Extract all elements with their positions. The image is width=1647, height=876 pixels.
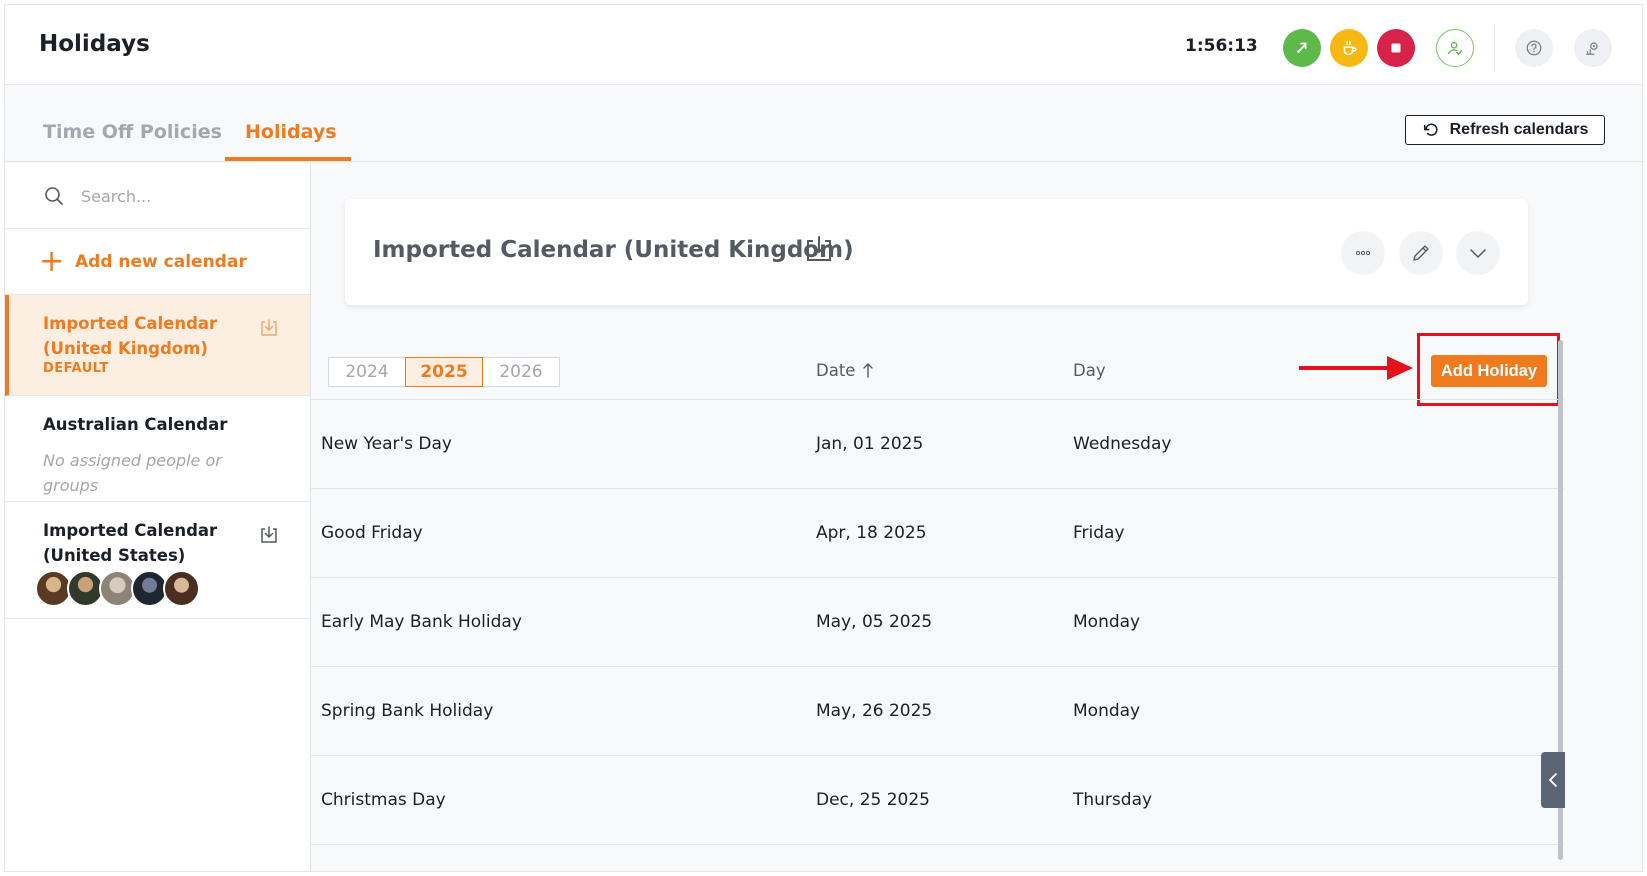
search-icon <box>45 187 63 205</box>
annotation-arrow-icon <box>1299 356 1413 380</box>
avatar[interactable] <box>163 570 200 607</box>
calendar-item-united-states[interactable]: Imported Calendar (United States) <box>5 502 310 619</box>
settings-icon[interactable] <box>1574 29 1612 67</box>
holiday-date: May, 05 2025 <box>816 612 933 632</box>
sort-ascending-icon <box>863 363 874 378</box>
calendar-assignment-note: No assigned people or groups <box>43 451 222 495</box>
add-new-calendar-label: Add new calendar <box>75 252 247 272</box>
imported-calendar-icon <box>261 526 277 543</box>
calendar-title: Imported Calendar (United Kingdom) <box>373 237 854 263</box>
more-icon <box>1355 250 1371 256</box>
year-2024-button[interactable]: 2024 <box>328 357 406 387</box>
tab-holidays[interactable]: Holidays <box>245 121 337 143</box>
search-input[interactable] <box>81 183 281 209</box>
table-row[interactable]: Early May Bank Holiday May, 05 2025 Mond… <box>311 578 1564 667</box>
app-window: Holidays 1:56:13 Time Off Policies Holid… <box>4 4 1643 872</box>
table-row[interactable]: Christmas Day Dec, 25 2025 Thursday <box>311 756 1564 845</box>
timer-display: 1:56:13 <box>1185 36 1258 56</box>
help-icon[interactable] <box>1515 29 1553 67</box>
add-new-calendar-button[interactable]: + Add new calendar <box>5 229 310 295</box>
table-row[interactable]: Good Friday Apr, 18 2025 Friday <box>311 489 1564 578</box>
holiday-name: Christmas Day <box>321 790 446 810</box>
tab-time-off-policies[interactable]: Time Off Policies <box>43 121 222 143</box>
holiday-name: New Year's Day <box>321 434 452 454</box>
edit-calendar-button[interactable] <box>1399 231 1443 275</box>
holiday-day: Monday <box>1073 612 1141 632</box>
date-column-header[interactable]: Date <box>816 361 875 380</box>
holiday-name: Good Friday <box>321 523 423 543</box>
more-options-button[interactable] <box>1341 231 1385 275</box>
holiday-day: Monday <box>1073 701 1141 721</box>
plus-icon: + <box>39 244 65 279</box>
calendar-search <box>5 163 310 229</box>
holiday-date: May, 26 2025 <box>816 701 933 721</box>
holiday-date: Jan, 01 2025 <box>816 434 924 454</box>
tab-bar: Time Off Policies Holidays Refresh calen… <box>5 85 1642 162</box>
holiday-day: Thursday <box>1073 790 1153 810</box>
year-2025-button[interactable]: 2025 <box>405 357 483 387</box>
pencil-icon <box>1413 245 1429 261</box>
user-status-icon[interactable] <box>1436 29 1474 67</box>
refresh-calendars-label: Refresh calendars <box>1449 121 1589 138</box>
top-bar: Holidays 1:56:13 <box>5 5 1642 85</box>
break-icon[interactable] <box>1330 29 1368 67</box>
calendar-sidebar: + Add new calendar Imported Calendar (Un… <box>5 163 311 871</box>
expand-calendar-button[interactable] <box>1456 231 1500 275</box>
page-title: Holidays <box>39 31 150 57</box>
refresh-calendars-button[interactable]: Refresh calendars <box>1405 115 1605 145</box>
active-tab-indicator <box>225 157 351 161</box>
collapse-panel-button[interactable] <box>1541 752 1565 808</box>
table-row[interactable]: Spring Bank Holiday May, 26 2025 Monday <box>311 667 1564 756</box>
calendar-name: Imported Calendar (United Kingdom) <box>43 314 218 358</box>
holiday-date: Dec, 25 2025 <box>816 790 931 810</box>
calendar-item-united-kingdom[interactable]: Imported Calendar (United Kingdom) DEFAU… <box>5 295 310 396</box>
calendar-item-australian[interactable]: Australian Calendar No assigned people o… <box>5 396 310 502</box>
holiday-date: Apr, 18 2025 <box>816 523 927 543</box>
clock-in-icon[interactable] <box>1283 29 1321 67</box>
imported-calendar-icon <box>807 236 831 261</box>
refresh-icon <box>1423 123 1438 136</box>
chevron-left-icon <box>1548 773 1557 787</box>
add-holiday-button[interactable]: Add Holiday <box>1431 355 1547 387</box>
calendar-name: Australian Calendar <box>43 415 228 434</box>
holiday-day: Friday <box>1073 523 1125 543</box>
holiday-name: Spring Bank Holiday <box>321 701 494 721</box>
chevron-down-icon <box>1470 249 1486 259</box>
stop-icon[interactable] <box>1377 29 1415 67</box>
imported-calendar-icon <box>261 319 277 336</box>
calendar-header-card: Imported Calendar (United Kingdom) <box>345 199 1528 305</box>
holiday-day: Wednesday <box>1073 434 1172 454</box>
calendar-name: Imported Calendar (United States) <box>43 521 218 565</box>
date-column-label: Date <box>816 361 856 380</box>
year-2026-button[interactable]: 2026 <box>482 357 560 387</box>
holiday-name: Early May Bank Holiday <box>321 612 522 632</box>
day-column-header: Day <box>1073 361 1106 380</box>
header-divider <box>1494 25 1495 71</box>
holiday-panel: Imported Calendar (United Kingdom) 2024 … <box>311 163 1642 871</box>
default-badge: DEFAULT <box>43 361 109 376</box>
table-row[interactable]: New Year's Day Jan, 01 2025 Wednesday <box>311 400 1564 489</box>
year-selector: 2024 2025 2026 <box>328 357 560 387</box>
